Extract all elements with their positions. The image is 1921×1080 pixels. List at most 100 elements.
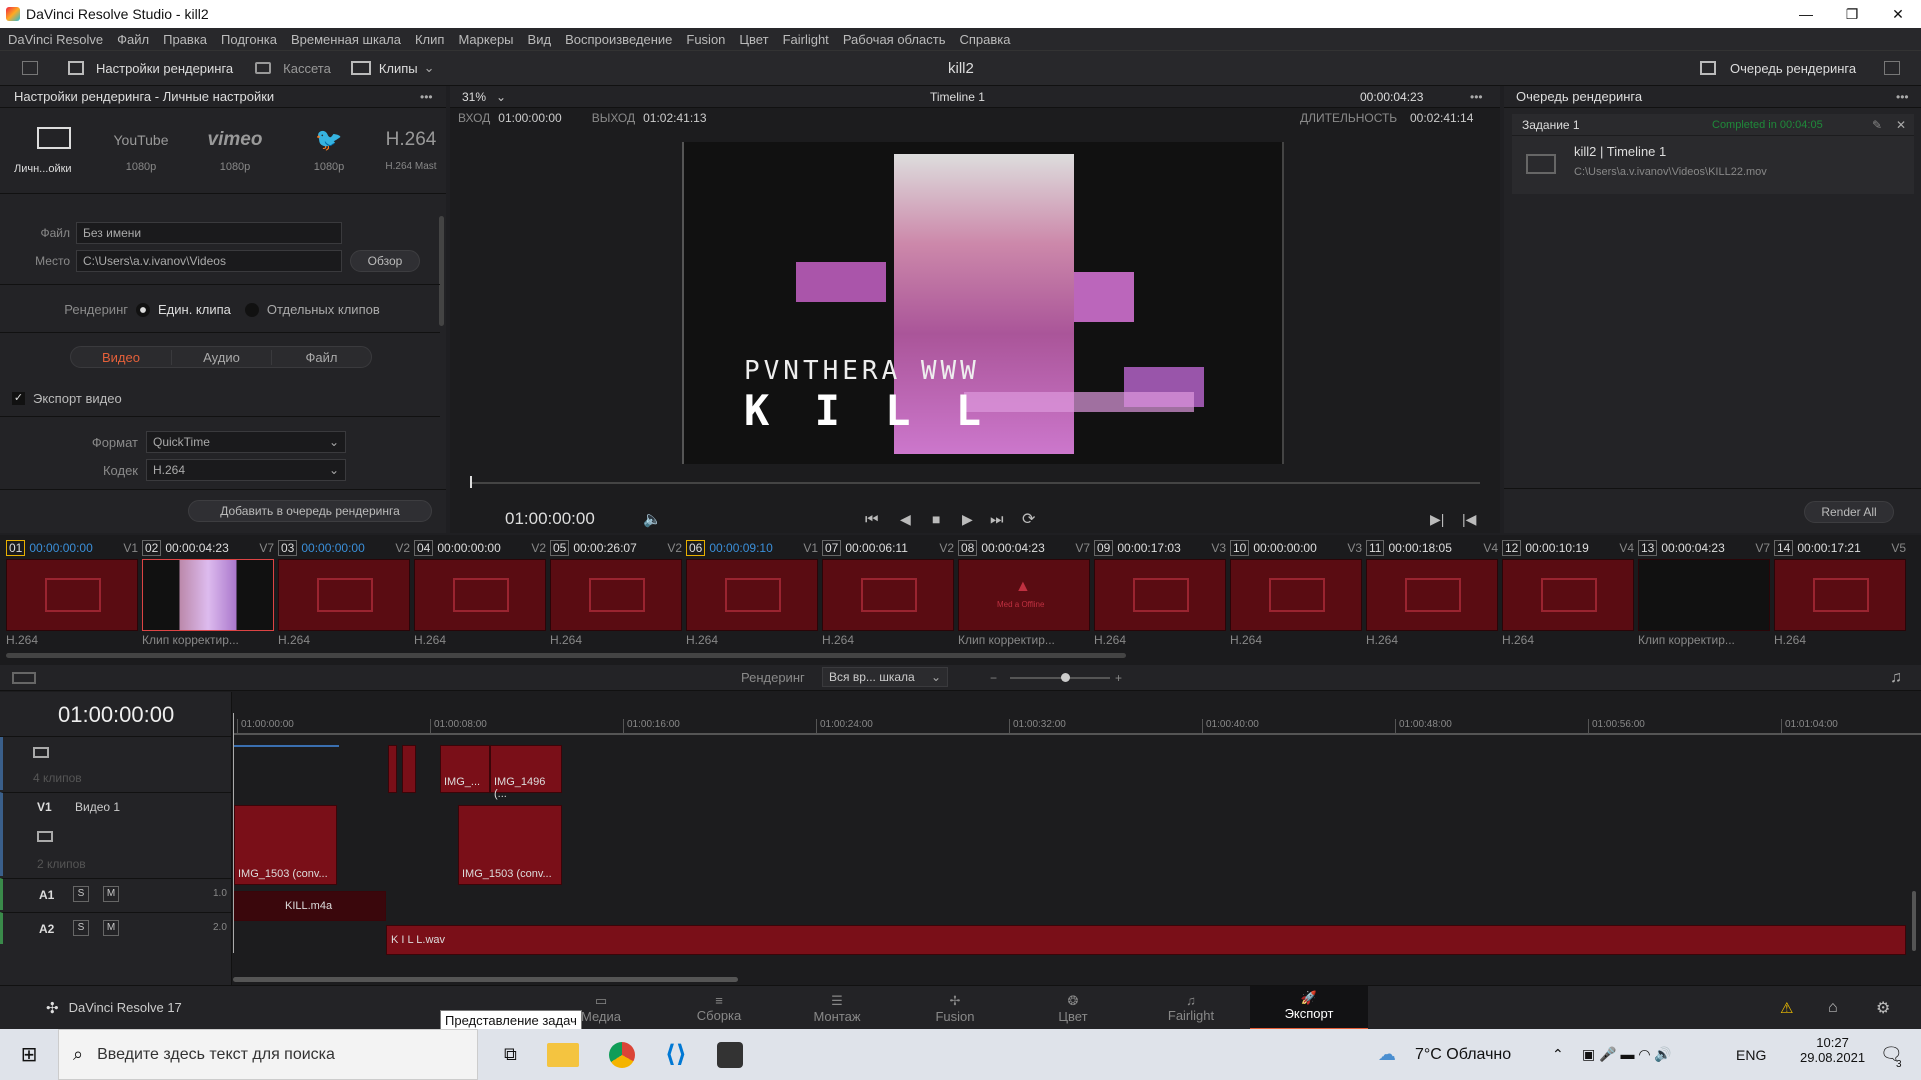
timeline-clip-small[interactable] (388, 745, 397, 793)
timeline-vscrollbar[interactable] (1912, 891, 1916, 951)
chevron-down-icon[interactable]: ⌄ (424, 60, 435, 76)
strip-clip[interactable]: 08 00:00:04:23 V7 ▲ Med a Offline Клип коррек… (958, 539, 1090, 651)
add-to-queue-button[interactable]: Добавить в очередь рендеринга (188, 500, 432, 522)
monitor-icon[interactable] (37, 831, 53, 842)
render-job[interactable]: Задание 1 Completed in 00:04:05 ✎ ✕ kill… (1512, 114, 1914, 194)
clip-thumbnail[interactable]: ▲ Med a Offline (958, 559, 1090, 631)
preset-youtube[interactable]: YouTube 1080p (94, 129, 188, 173)
timeline-clip-blue[interactable] (234, 745, 339, 747)
mute-button[interactable]: M (103, 886, 119, 902)
timeline-clip[interactable]: IMG_1503 (conv... (234, 805, 337, 885)
chevron-down-icon[interactable]: ⌄ (496, 90, 506, 104)
strip-clip[interactable]: 13 00:00:04:23 V7 Клип корректир... (1638, 539, 1770, 651)
clip-thumbnail[interactable] (822, 559, 954, 631)
more-options-icon[interactable]: ••• (1470, 90, 1483, 104)
clips-button[interactable]: Клипы (379, 61, 418, 76)
timeline-clip-small[interactable] (402, 745, 416, 793)
play-icon[interactable]: ▶ (962, 511, 973, 528)
go-to-start-icon[interactable]: ⏮ (865, 511, 879, 528)
loop-icon[interactable]: ⟳ (1022, 509, 1035, 529)
timeline-view-icon[interactable] (12, 672, 36, 684)
render-settings-button[interactable]: Настройки рендеринга (96, 61, 233, 76)
strip-clip[interactable]: 07 00:00:06:11 V2 H.264 (822, 539, 954, 651)
browse-button[interactable]: Обзор (350, 250, 420, 272)
page-cut[interactable]: ≡ Сборка (660, 993, 778, 1023)
tape-icon[interactable] (255, 62, 272, 74)
zoom-out-icon[interactable]: − (990, 671, 997, 685)
audio-clip-kill-wav[interactable]: K I L L.wav (386, 925, 1906, 955)
timeline-selector[interactable]: Timeline 1 (930, 90, 985, 104)
menu-playback[interactable]: Воспроизведение (565, 32, 672, 47)
strip-clip[interactable]: 09 00:00:17:03 V3 H.264 (1094, 539, 1226, 651)
solo-button[interactable]: S (73, 886, 89, 902)
render-range-dropdown[interactable]: Вся вр... шкала ⌄ (822, 667, 948, 687)
page-deliver[interactable]: 🚀 Экспорт (1250, 986, 1368, 1030)
clip-thumbnail[interactable] (1638, 559, 1770, 631)
solo-button[interactable]: S (73, 920, 89, 936)
timeline-hscrollbar[interactable] (233, 977, 738, 982)
vscode-icon[interactable]: ⟨⟩ (665, 1040, 687, 1069)
strip-clip[interactable]: 14 00:00:17:21 V5 H.264 (1774, 539, 1906, 651)
render-queue-button[interactable]: Очередь рендеринга (1730, 61, 1856, 76)
clip-thumbnail[interactable] (1230, 559, 1362, 631)
zoom-level[interactable]: 31% (462, 90, 486, 104)
taskbar-search[interactable]: ⌕ Введите здесь текст для поиска (58, 1029, 478, 1080)
panel-toggle-icon[interactable] (22, 61, 38, 75)
gear-icon[interactable]: ⚙ (1876, 998, 1890, 1018)
menu-file[interactable]: Файл (117, 32, 149, 47)
volume-icon[interactable]: 🔈 (643, 510, 662, 528)
warning-icon[interactable]: ⚠ (1780, 999, 1793, 1017)
task-view-icon[interactable]: ⧉ (504, 1044, 517, 1065)
codec-dropdown[interactable]: H.264 ⌄ (146, 459, 346, 481)
tray-icons[interactable]: ▣ 🎤 ▬ ◠ 🔊 (1582, 1046, 1672, 1063)
music-note-icon[interactable]: ♫ (1890, 669, 1902, 687)
prev-edit-icon[interactable]: |◀ (1462, 511, 1476, 528)
filename-field[interactable]: Без имени (76, 222, 342, 244)
preset-custom[interactable]: Личн...ойки (14, 126, 94, 175)
strip-clip[interactable]: 12 00:00:10:19 V4 H.264 (1502, 539, 1634, 651)
timeline-ruler[interactable]: 01:00:00:00 01:00:08:00 01:00:16:00 01:00:2… (233, 713, 1921, 735)
location-field[interactable]: C:\Users\a.v.ivanov\Videos (76, 250, 342, 272)
stop-icon[interactable]: ■ (932, 511, 940, 527)
page-fusion[interactable]: ✢ Fusion (896, 993, 1014, 1024)
menu-trim[interactable]: Подгонка (221, 32, 277, 47)
menu-help[interactable]: Справка (959, 32, 1010, 47)
go-to-end-icon[interactable]: ⏭ (990, 511, 1004, 528)
clip-thumbnail[interactable] (550, 559, 682, 631)
clip-thumbnail[interactable] (278, 559, 410, 631)
clip-thumbnail[interactable] (1502, 559, 1634, 631)
preset-vimeo[interactable]: vimeo 1080p (188, 129, 282, 173)
edit-icon[interactable]: ✎ (1872, 118, 1882, 132)
export-video-checkbox[interactable]: ✓ (12, 392, 25, 405)
tape-button[interactable]: Кассета (283, 61, 331, 76)
timeline-clip[interactable]: IMG_... (440, 745, 490, 793)
chevron-up-icon[interactable]: ⌃ (1552, 1046, 1564, 1063)
audio-clip-kill-m4a[interactable]: KILL.m4a (234, 891, 386, 921)
clip-thumbnail[interactable] (142, 559, 274, 631)
tab-video[interactable]: Видео (71, 350, 171, 365)
tab-file[interactable]: Файл (271, 349, 371, 365)
zoom-in-icon[interactable]: + (1115, 671, 1122, 685)
menu-view[interactable]: Вид (528, 32, 552, 47)
monitor-icon[interactable] (33, 747, 49, 758)
more-options-icon[interactable]: ••• (1896, 90, 1909, 104)
format-dropdown[interactable]: QuickTime ⌄ (146, 431, 346, 453)
minimize-button[interactable]: — (1783, 6, 1829, 22)
clip-thumbnail[interactable] (1366, 559, 1498, 631)
close-button[interactable]: ✕ (1875, 6, 1921, 23)
clip-thumbnail[interactable] (6, 559, 138, 631)
clip-thumbnail[interactable] (686, 559, 818, 631)
windows-start-icon[interactable]: ⊞ (0, 1042, 58, 1067)
radio-separate-clips[interactable] (244, 302, 259, 317)
zoom-slider[interactable] (1010, 677, 1110, 679)
strip-clip[interactable]: 02 00:00:04:23 V7 Клип корректир... (142, 539, 274, 651)
strip-clip[interactable]: 11 00:00:18:05 V4 H.264 (1366, 539, 1498, 651)
step-back-icon[interactable]: ◀ (900, 511, 911, 528)
more-options-icon[interactable]: ••• (420, 90, 433, 104)
panel-toggle-right-icon[interactable] (1884, 61, 1900, 75)
explorer-icon[interactable] (546, 1042, 579, 1067)
next-edit-icon[interactable]: ▶| (1430, 511, 1444, 528)
radio-single-clip[interactable] (136, 302, 150, 317)
mute-button[interactable]: M (103, 920, 119, 936)
preset-twitter[interactable]: 🐦 1080p (282, 128, 376, 173)
